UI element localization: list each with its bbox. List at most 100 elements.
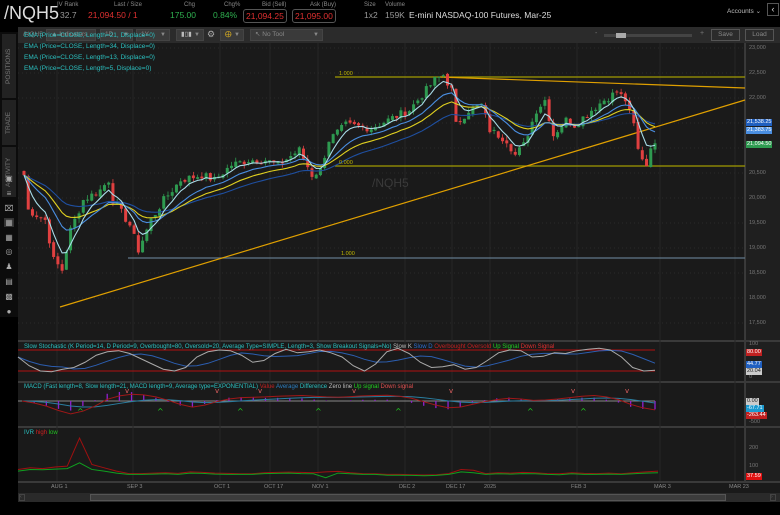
- candle-body: [56, 256, 60, 265]
- candle-body: [293, 153, 297, 156]
- study-label[interactable]: EMA (Price=CLOSE, Length=5, Displace=0): [24, 65, 151, 72]
- candle-body: [22, 170, 26, 176]
- candle-body: [64, 251, 68, 270]
- date-tick-label: MAR 3: [654, 484, 671, 490]
- candle-body: [471, 106, 475, 115]
- candle-body: [162, 196, 166, 209]
- macd-tag: -67.71: [746, 405, 764, 412]
- study-label[interactable]: EMA (Price=CLOSE, Length=13, Displace=0): [24, 54, 155, 61]
- legend-slow-d: Slow D: [413, 344, 433, 350]
- candle-body: [179, 181, 183, 186]
- date-tick-label: SEP 3: [127, 484, 143, 490]
- legend-ivr[interactable]: IVR: [24, 430, 34, 436]
- candle-body: [35, 215, 39, 218]
- candle-body: [344, 121, 348, 125]
- candle-body: [170, 192, 174, 196]
- candle-body: [73, 218, 77, 229]
- scrollbar-thumb[interactable]: [90, 494, 726, 501]
- macd-label[interactable]: MACD (Fast length=8, Slow length=21, MAC…: [24, 384, 258, 390]
- candle-body: [86, 199, 90, 201]
- study-label[interactable]: EMA (Price=CLOSE, Length=21, Displace=0): [24, 32, 155, 39]
- candle-body: [136, 235, 140, 253]
- candle-body: [594, 109, 598, 112]
- candle-body: [623, 93, 627, 102]
- stochastic-label[interactable]: Slow Stochastic (K Period=14, D Period=9…: [24, 344, 392, 350]
- y-tick-label: 20,000: [749, 195, 766, 201]
- candle-body: [509, 144, 513, 152]
- down-signal-arrow: v: [571, 387, 575, 395]
- candle-body: [310, 168, 314, 177]
- candle-body: [429, 85, 433, 87]
- candle-body: [467, 112, 471, 120]
- candle-body: [246, 162, 250, 164]
- candle-body: [331, 134, 335, 144]
- stoch-tag: 44.77: [746, 361, 762, 368]
- up-signal-arrow: ^: [237, 407, 244, 416]
- last-price-tag: 21,094.50: [746, 141, 773, 148]
- candle-body: [615, 91, 619, 93]
- ema-price-tag: 21,383.75: [746, 127, 773, 134]
- scroll-left-button[interactable]: ‹: [19, 494, 25, 501]
- down-signal-arrow: v: [625, 387, 629, 395]
- legend-overbought: Overbought: [434, 344, 466, 350]
- candle-body: [340, 125, 344, 131]
- candle-body: [416, 100, 420, 104]
- legend-low: low: [48, 430, 58, 436]
- candle-body: [128, 221, 132, 226]
- candle-body: [141, 240, 145, 253]
- candle-body: [606, 101, 610, 103]
- candle-body: [77, 213, 81, 219]
- candle-body: [420, 98, 424, 100]
- fib-top-label: 1.000: [339, 71, 353, 77]
- y-tick-label: 19,500: [749, 220, 766, 226]
- candle-body: [208, 173, 212, 181]
- scroll-right-button[interactable]: ›: [770, 494, 776, 501]
- ivr-tick: 200: [749, 445, 759, 451]
- panel-divider: [18, 340, 780, 342]
- horizontal-scrollbar[interactable]: ‹ ›: [18, 493, 780, 502]
- candle-body: [534, 113, 538, 123]
- up-signal-arrow: ^: [395, 407, 402, 416]
- macd-legend: MACD (Fast length=8, Slow length=21, MAC…: [24, 384, 413, 390]
- candle-body: [314, 174, 318, 179]
- candle-body: [441, 75, 445, 77]
- candle-body: [560, 126, 564, 133]
- y-tick-label: 22,500: [749, 70, 766, 76]
- y-tick-label: 19,000: [749, 245, 766, 251]
- candle-body: [496, 131, 500, 138]
- legend-value: Value: [259, 384, 275, 390]
- candle-body: [645, 158, 649, 167]
- legend-slow-k: Slow K: [393, 344, 412, 350]
- y-tick-label: 20,500: [749, 170, 766, 176]
- study-label[interactable]: EMA (Price=CLOSE, Length=34, Displace=0): [24, 43, 155, 50]
- candle-body: [543, 100, 547, 106]
- candle-body: [517, 147, 521, 156]
- candle-body: [433, 77, 437, 86]
- candle-body: [649, 148, 653, 167]
- candle-body: [30, 209, 34, 216]
- candle-body: [174, 184, 178, 193]
- macd-tag: -263.44: [746, 412, 767, 419]
- legend-down-signal: Down signal: [380, 384, 414, 390]
- ema-price-tag: 21,538.25: [746, 119, 773, 126]
- date-tick-label: OCT 1: [214, 484, 231, 490]
- candle-body: [94, 194, 98, 196]
- candle-body: [564, 117, 568, 128]
- date-tick-label: FEB 3: [571, 484, 587, 490]
- stoch-tick: 100: [749, 341, 759, 347]
- candle-body: [39, 217, 43, 219]
- candle-body: [585, 117, 589, 119]
- candle-body: [589, 110, 593, 117]
- ivr-tick: 100: [749, 463, 759, 469]
- y-tick-label: 22,000: [749, 95, 766, 101]
- candle-body: [437, 76, 441, 78]
- candle-body: [187, 175, 191, 183]
- candle-body: [653, 143, 657, 150]
- legend-oversold: Oversold: [467, 344, 492, 350]
- legend-up-signal: Up signal: [353, 384, 379, 390]
- fib-bottom-label: 0.000: [339, 160, 353, 166]
- panel-divider: [18, 481, 780, 483]
- price-chart[interactable]: ^ ^ ^ ^ ^ ^ ^v v v v v v v: [0, 0, 780, 515]
- date-tick-label: 2025: [484, 484, 497, 490]
- legend-difference: Difference: [299, 384, 328, 390]
